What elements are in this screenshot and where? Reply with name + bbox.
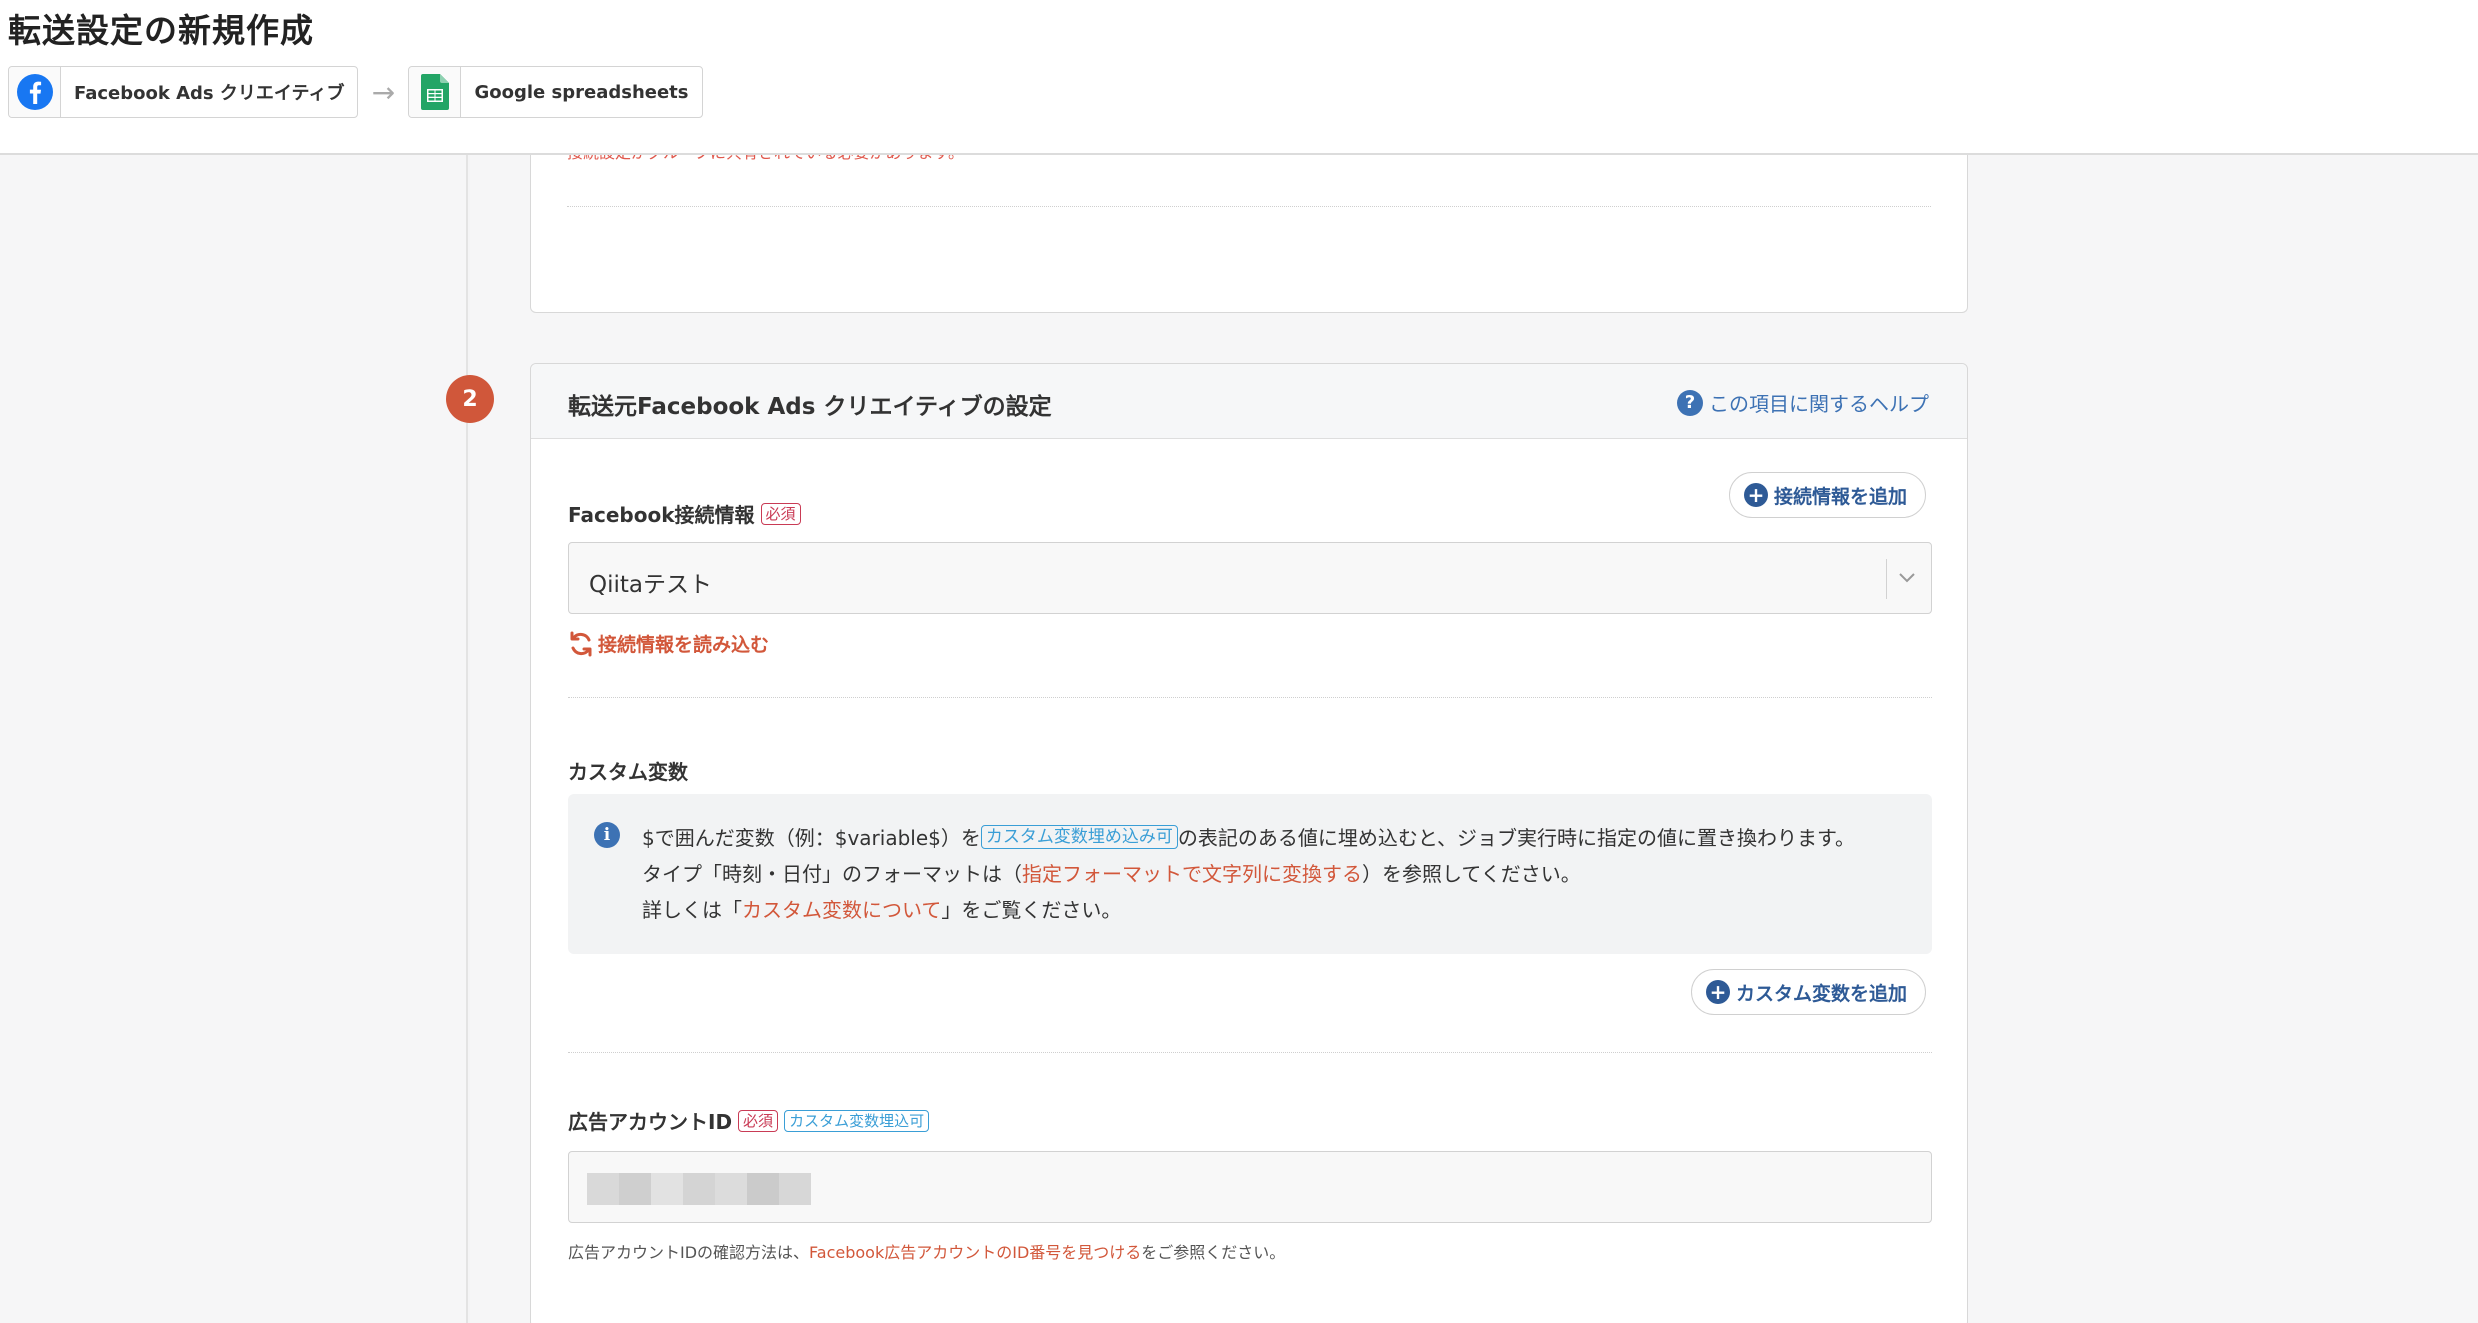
connection-select-value: Qiitaテスト [589,572,712,598]
step-number-badge: 2 [446,375,494,423]
required-badge: 必須 [738,1109,779,1132]
ad-account-help-text: 広告アカウントIDの確認方法は、Facebook広告アカウントのID番号を見つけ… [568,1239,1285,1263]
custom-var-embed-tag: カスタム変数埋め込み可 [980,824,1178,849]
info-line-2: タイプ「時刻・日付」のフォーマットは（ 指定フォーマットで文字列に変換する ）を… [642,858,1581,887]
ad-account-id-input[interactable] [568,1151,1932,1223]
card-header: 転送元Facebook Ads クリエイティブの設定 ? この項目に関するヘルプ [531,364,1967,439]
info-line-3: 詳しくは「 カスタム変数について 」をご覧ください。 [642,894,1121,923]
refresh-icon [570,631,592,656]
connection-select[interactable]: Qiitaテスト [568,542,1932,614]
connection-field-label: Facebook接続情報 必須 [568,499,801,528]
info-text: $で囲んだ変数（例：$variable$）を [642,826,981,850]
masked-value [587,1173,811,1205]
source-service-chip[interactable]: Facebook Ads クリエイティブ [8,66,359,118]
info-text: 詳しくは「 [642,898,742,922]
main-scroll-area: 接続設定がグループに共有されている必要があります。 2 転送元Facebook … [446,143,2478,1323]
destination-service-label: Google spreadsheets [474,81,689,103]
help-link-label: この項目に関するヘルプ [1709,392,1929,416]
divider [567,206,1931,207]
add-connection-label: 接続情報を追加 [1774,485,1908,508]
plus-circle-icon: + [1744,483,1768,507]
custom-vars-label: カスタム変数 [568,756,688,785]
info-text: タイプ「時刻・日付」のフォーマットは（ [642,862,1022,886]
ad-account-label-text: 広告アカウントID [568,1110,733,1134]
connection-label-text: Facebook接続情報 [568,503,755,527]
custom-vars-info-box: i $で囲んだ変数（例：$variable$）を カスタム変数埋め込み可 の表記… [568,794,1932,954]
add-connection-button[interactable]: + 接続情報を追加 [1729,472,1927,518]
help-link[interactable]: ? この項目に関するヘルプ [1677,388,1929,417]
content-area: 接続設定がグループに共有されている必要があります。 2 転送元Facebook … [0,143,2478,1323]
help-text-part: 広告アカウントIDの確認方法は、 [568,1243,810,1262]
divider [568,697,1932,698]
page-title: 転送設定の新規作成 [8,11,314,50]
info-text: の表記のある値に埋め込むと、ジョブ実行時に指定の値に置き換わります。 [1177,826,1856,850]
custom-vars-doc-link[interactable]: カスタム変数について [742,894,941,923]
info-text: 」をご覧ください。 [941,898,1122,922]
reload-connection-link[interactable]: 接続情報を読み込む [568,630,769,657]
google-sheets-icon [409,67,462,117]
info-line-1: $で囲んだ変数（例：$variable$）を カスタム変数埋め込み可 の表記のあ… [642,822,1855,851]
plus-circle-icon: + [1706,980,1730,1004]
destination-service-chip[interactable]: Google spreadsheets [408,66,703,118]
required-badge: 必須 [760,502,801,525]
divider [568,1052,1932,1053]
info-icon: i [594,822,620,848]
find-ad-account-id-link[interactable]: Facebook広告アカウントのID番号を見つける [809,1243,1141,1262]
arrow-right-icon: → [371,75,396,109]
question-icon: ? [1677,389,1703,416]
facebook-icon [9,67,61,117]
custom-var-allowed-badge: カスタム変数埋込可 [784,1109,930,1132]
select-separator [1885,559,1887,599]
ad-account-field-label: 広告アカウントID 必須 カスタム変数埋込可 [568,1106,930,1135]
custom-vars-label-text: カスタム変数 [568,760,688,784]
source-service-label: Facebook Ads クリエイティブ [74,83,345,104]
help-text-part: をご参照ください。 [1141,1243,1286,1262]
card-title: 転送元Facebook Ads クリエイティブの設定 [568,394,1052,420]
chevron-down-icon[interactable] [1895,563,1919,593]
reload-connection-label: 接続情報を読み込む [598,634,770,656]
previous-section-card: 接続設定がグループに共有されている必要があります。 [530,143,1968,313]
transfer-flow: Facebook Ads クリエイティブ → Google spreadshee… [8,66,703,118]
add-custom-var-button[interactable]: + カスタム変数を追加 [1691,969,1927,1015]
info-text: ）を参照してください。 [1362,862,1581,886]
source-settings-card: 転送元Facebook Ads クリエイティブの設定 ? この項目に関するヘルプ… [530,363,1968,1323]
page-header: 転送設定の新規作成 Facebook Ads クリエイティブ → Google … [0,0,2478,155]
add-custom-var-label: カスタム変数を追加 [1736,982,1908,1005]
format-conversion-link[interactable]: 指定フォーマットで文字列に変換する [1022,858,1362,887]
left-column [0,155,468,1323]
